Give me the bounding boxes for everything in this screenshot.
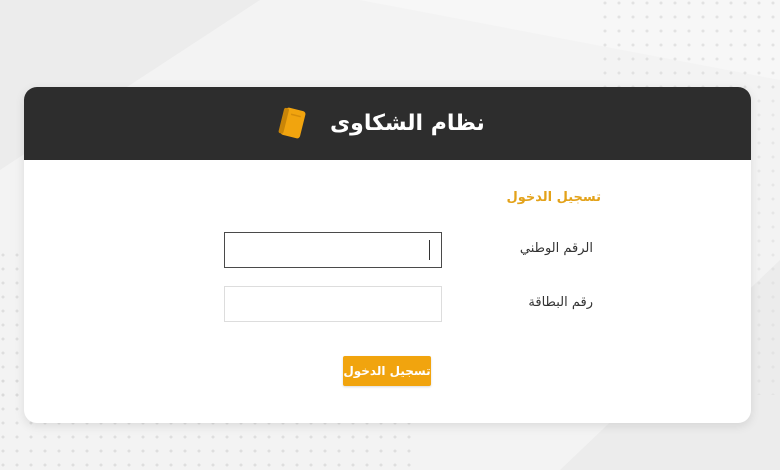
page-title: نظام الشكاوى: [330, 111, 485, 136]
card-number-label: رقم البطاقة: [528, 295, 593, 310]
card-number-field[interactable]: [224, 286, 442, 322]
national-id-label: الرقم الوطني: [519, 241, 593, 256]
login-button[interactable]: تسجيل الدخول: [343, 356, 431, 386]
book-icon: [278, 107, 306, 139]
card-header: نظام الشكاوى: [24, 87, 751, 160]
section-title: تسجيل الدخول: [506, 190, 601, 205]
text-caret: [429, 240, 430, 260]
login-card: نظام الشكاوى تسجيل الدخول الرقم الوطني ر…: [24, 87, 751, 423]
national-id-field[interactable]: [224, 232, 442, 268]
